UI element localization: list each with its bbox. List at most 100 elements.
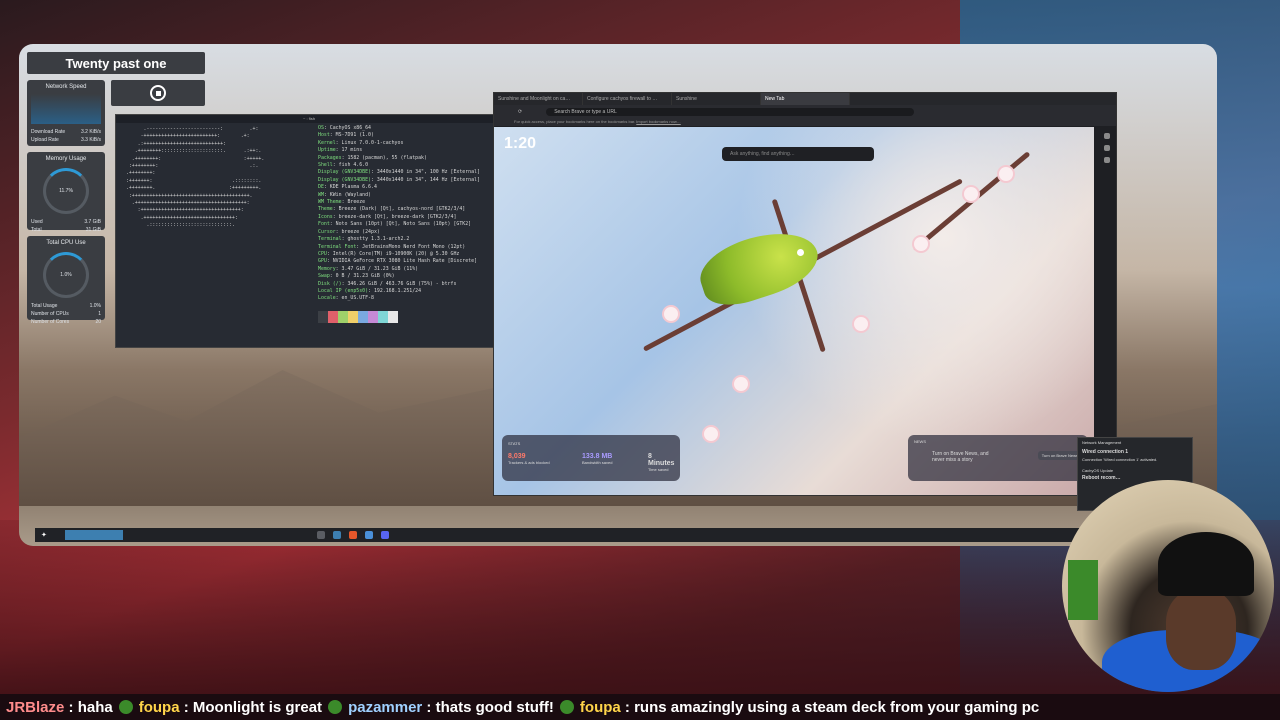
system-info-line: Icons: breeze-dark [Qt], breeze-dark [GT… bbox=[318, 214, 480, 221]
system-info-key: Local IP (enp5s0) bbox=[318, 287, 369, 294]
terminal-window[interactable]: ~ : fish✕ .-------------------------: .+… bbox=[115, 114, 503, 348]
system-info-key: Disk (/) bbox=[318, 280, 342, 287]
taskbar-active-window[interactable] bbox=[64, 530, 123, 540]
brave-search-input[interactable]: Ask anything, find anything… bbox=[722, 147, 874, 161]
system-info-line: Locale: en_US.UTF-8 bbox=[318, 295, 480, 302]
system-info-value: : CachyOS x86_64 bbox=[323, 125, 372, 131]
system-info-line: Display (GNV34DBE): 3440x1440 in 34", 14… bbox=[318, 177, 480, 184]
system-info-line: GPU: NVIDIA GeForce RTX 3080 Lite Hash R… bbox=[318, 258, 480, 265]
system-info-value: : KWin (Wayland) bbox=[323, 191, 372, 198]
app-launcher-icon[interactable]: ✦ bbox=[41, 531, 47, 539]
system-info-value: : ghostty 1.3.1-arch2.2 bbox=[341, 236, 410, 243]
cpu-gauge: 1.0% bbox=[43, 252, 89, 298]
widget-row: Number of CPUs 1 bbox=[31, 311, 101, 317]
system-info-key: WM Theme bbox=[318, 199, 342, 206]
widget-row: Total 31 GiB bbox=[31, 227, 101, 233]
chat-emote-icon bbox=[118, 700, 133, 714]
new-tab-page: 1:20 Ask anything, find anything… STATS … bbox=[494, 127, 1094, 495]
memory-gauge: 11.7% bbox=[43, 168, 89, 214]
blossom bbox=[704, 427, 718, 441]
system-info-line: Cursor: breeze (24px) bbox=[318, 229, 480, 236]
chat-message: Moonlight is great bbox=[192, 698, 323, 716]
chat-message: haha bbox=[77, 698, 113, 716]
terminal-app-icon[interactable] bbox=[316, 531, 325, 539]
system-info-value: : 3440x1440 in 34", 100 Hz [External] bbox=[371, 169, 480, 176]
widget-title: Network Speed bbox=[45, 84, 87, 90]
stats-widget: STATS 8,039 Trackers & ads blocked 133.8 … bbox=[502, 435, 680, 481]
system-info-value: : Intel(R) Core(TM) i9-10900K (20) @ 5.3… bbox=[326, 250, 460, 257]
url-input[interactable]: Search Brave or type a URL bbox=[546, 107, 915, 116]
system-info-key: Terminal Font bbox=[318, 243, 357, 250]
tab-sunshine-moonlight[interactable]: Sunshine and Moonlight on ca… bbox=[494, 93, 583, 105]
turn-on-news-button[interactable]: Turn on Brave News bbox=[1037, 451, 1082, 460]
system-info-line: Font: Noto Sans (10pt) [Qt], Noto Sans (… bbox=[318, 221, 480, 228]
sidebar-icon[interactable] bbox=[1104, 157, 1110, 163]
reload-icon[interactable]: ⟳ bbox=[518, 109, 522, 115]
system-info-value: : JetBrainsMono Nerd Font Mono (12pt) bbox=[356, 243, 466, 250]
system-info-line: WM: KWin (Wayland) bbox=[318, 192, 480, 199]
sidebar-icon[interactable] bbox=[1104, 133, 1110, 139]
chat-username: foupa bbox=[138, 698, 180, 716]
blossom bbox=[664, 307, 678, 321]
system-info-key: Uptime bbox=[318, 147, 336, 154]
system-info-key: GPU bbox=[318, 258, 327, 265]
network-speed-widget: Network Speed Download Rate 3.2 KiB/s Upl… bbox=[27, 80, 105, 146]
sidebar-icon[interactable] bbox=[1104, 145, 1110, 151]
system-info-key: Swap bbox=[318, 273, 330, 280]
streamed-desktop: Twenty past one Network Speed Download R… bbox=[19, 44, 1217, 546]
blossom bbox=[734, 377, 748, 391]
widget-row: Download Rate 3.2 KiB/s bbox=[31, 129, 101, 135]
tab-firewall[interactable]: Configure cachyos firewall to … bbox=[583, 93, 672, 105]
system-info-value: : 3.47 GiB / 31.23 GiB (11%) bbox=[335, 265, 419, 272]
terminal-titlebar[interactable]: ~ : fish✕ bbox=[116, 115, 502, 123]
system-info-key: Icons bbox=[318, 213, 333, 220]
brave-browser-window[interactable]: Sunshine and Moonlight on ca… Configure … bbox=[493, 92, 1117, 496]
system-info-line: Host: MS-7D91 (1.0) bbox=[318, 132, 480, 139]
system-info-line: Theme: Breeze (Dark) [Qt], cachyos-nord … bbox=[318, 206, 480, 213]
blossom bbox=[999, 167, 1013, 181]
active-app-icon[interactable] bbox=[364, 531, 373, 539]
media-stop-button[interactable] bbox=[111, 80, 205, 106]
chat-ticker: JRBlaze : haha foupa : Moonlight is grea… bbox=[0, 694, 1280, 720]
system-info-key: Font bbox=[318, 221, 330, 228]
taskbar: ✦ bbox=[35, 528, 1081, 542]
toolbar: ⟳ Search Brave or type a URL bbox=[494, 105, 1116, 118]
blossom bbox=[914, 237, 928, 251]
import-bookmarks-link[interactable]: Import bookmarks now… bbox=[636, 119, 680, 124]
system-info-key: Cursor bbox=[318, 228, 336, 235]
system-info-value: : 0 B / 31.23 GiB (0%) bbox=[329, 273, 395, 280]
discord-app-icon[interactable] bbox=[380, 531, 389, 539]
system-info-line: Kernel: Linux 7.0.0-1-cachyos bbox=[318, 140, 480, 147]
color-swatches bbox=[318, 311, 398, 323]
system-info-line: OS: CachyOS x86_64 bbox=[318, 125, 480, 132]
chat-message: runs amazingly using a steam deck from y… bbox=[634, 698, 1040, 716]
system-info-key: Shell bbox=[318, 162, 333, 169]
system-info-line: Shell: fish 4.6.0 bbox=[318, 162, 480, 169]
brave-app-icon[interactable] bbox=[348, 531, 357, 539]
webcam-overlay bbox=[1062, 480, 1274, 692]
stat-time: 8 Minutes Time saved bbox=[648, 453, 675, 472]
chat-username: pazammer bbox=[348, 698, 423, 716]
tab-sunshine[interactable]: Sunshine bbox=[672, 93, 761, 105]
bird-eye bbox=[797, 249, 804, 256]
system-info-value: : Linux 7.0.0-1-cachyos bbox=[335, 139, 404, 146]
system-info-value: : breeze-dark [Qt], breeze-dark [GTK2/3/… bbox=[332, 213, 457, 220]
system-info-value: : fish 4.6.0 bbox=[332, 162, 369, 169]
system-info-value: : Breeze bbox=[341, 199, 366, 206]
system-info-line: Display (GNV34DBE): 3440x1440 in 34", 10… bbox=[318, 169, 480, 176]
system-info-value: : breeze (24px) bbox=[335, 228, 380, 235]
system-info-value: : MS-7D91 (1.0) bbox=[329, 132, 374, 139]
bookmarks-bar: For quick access, place your bookmarks h… bbox=[494, 118, 1116, 126]
streamer-cap bbox=[1158, 532, 1254, 596]
system-info-key: Display (GNV34DBE) bbox=[318, 176, 371, 183]
plant-photo bbox=[1068, 560, 1098, 620]
branch-photo bbox=[912, 151, 1031, 252]
files-app-icon[interactable] bbox=[332, 531, 341, 539]
system-info-key: Packages bbox=[318, 154, 342, 161]
chat-username: JRBlaze bbox=[6, 698, 65, 716]
system-info-value: : en_US.UTF-8 bbox=[335, 295, 374, 302]
blossom bbox=[854, 317, 868, 331]
tab-new-tab[interactable]: New Tab bbox=[761, 93, 850, 105]
system-info-line: Terminal: ghostty 1.3.1-arch2.2 bbox=[318, 236, 480, 243]
system-info-key: Terminal bbox=[318, 236, 342, 243]
